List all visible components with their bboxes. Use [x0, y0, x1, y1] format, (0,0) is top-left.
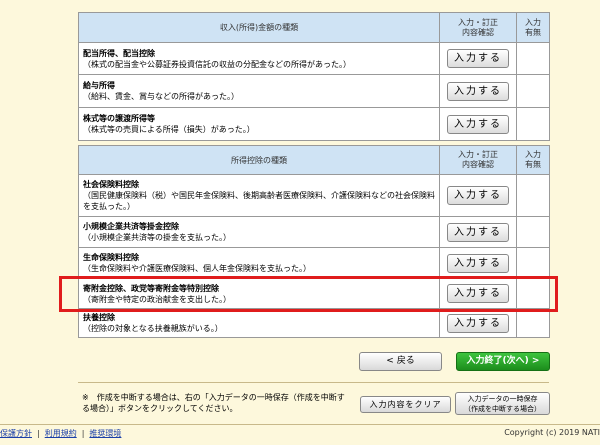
- table-row: 寄附金控除、政党等寄附金等特別控除 （寄附金や特定の政治献金を支出した。） 入力す…: [78, 278, 550, 309]
- recommended-env-link[interactable]: 推奨環境: [89, 429, 121, 438]
- row-desc: （国民健康保険料（税）や国民年金保険料、後期高齢者医療保険料、介護保険料などの社…: [83, 191, 435, 211]
- deduction-table: 所得控除の種類 入力・訂正 内容確認 入力 有無 社会保険料控除 （国民健康保険料（税…: [78, 145, 550, 338]
- row-desc: （生命保険料や介護医療保険料、個人年金保険料を支払った。）: [83, 264, 311, 273]
- row-desc: （給料、賃金、賞与などの所得があった。）: [83, 92, 239, 101]
- row-title: 小規模企業共済等掛金控除: [83, 222, 179, 231]
- copyright: Copyright (c) 2019 NATI: [504, 428, 600, 437]
- row-title: 株式等の譲渡所得等: [83, 114, 155, 123]
- table-row: 小規模企業共済等掛金控除 （小規模企業共済等の掛金を支払った。） 入力する: [78, 216, 550, 248]
- temporary-save-button[interactable]: 入力データの一時保存 （作成を中断する場合）: [455, 392, 550, 415]
- note-mark: ※: [82, 393, 89, 402]
- input-exists-header: 入力 有無: [516, 12, 550, 43]
- table-row: 株式等の譲渡所得等 （株式等の売買による所得（損失）があった。） 入力する: [78, 107, 550, 141]
- input-confirm-header: 入力・訂正 内容確認: [439, 12, 517, 43]
- input-status-cell: [516, 308, 550, 338]
- input-status-cell: [516, 247, 550, 279]
- row-title: 扶養控除: [83, 313, 115, 322]
- row-title: 配当所得、配当控除: [83, 48, 155, 58]
- table-row: 社会保険料控除 （国民健康保険料（税）や国民年金保険料、後期高齢者医療保険料、介護…: [78, 174, 550, 217]
- row-desc: （株式の配当金や公募証券投資信託の収益の分配金などの所得があった。）: [83, 59, 351, 69]
- input-stock-transfer-button[interactable]: 入力する: [447, 114, 509, 134]
- finish-input-next-button[interactable]: 入力終了(次へ) >: [456, 352, 550, 371]
- note-text: 作成を中断する場合は、右の「入力データの一時保存（作成を中断する場合）」ボタンを…: [82, 393, 345, 413]
- terms-link[interactable]: 利用規約: [45, 429, 77, 438]
- row-title: 生命保険料控除: [83, 253, 139, 262]
- deduction-type-header: 所得控除の種類: [78, 145, 440, 175]
- table-row: 配当所得、配当控除 （株式の配当金や公募証券投資信託の収益の分配金などの所得があっ…: [78, 42, 550, 75]
- interrupt-note: ※ 作成を中断する場合は、右の「入力データの一時保存（作成を中断する場合）」ボタン…: [82, 392, 352, 414]
- input-status-cell: [516, 216, 550, 248]
- row-title: 寄附金控除、政党等寄附金等特別控除: [83, 283, 219, 293]
- back-button[interactable]: < 戻る: [359, 352, 442, 371]
- input-salary-button[interactable]: 入力する: [447, 81, 509, 101]
- row-title: 社会保険料控除: [83, 180, 139, 189]
- table-row: 扶養控除 （控除の対象となる扶養親族がいる。） 入力する: [78, 308, 550, 338]
- table-row: 生命保険料控除 （生命保険料や介護医療保険料、個人年金保険料を支払った。） 入力す…: [78, 247, 550, 279]
- income-table: 収入(所得)金額の種類 入力・訂正 内容確認 入力 有無 配当所得、配当控除 （株式の…: [78, 12, 550, 141]
- divider: [78, 382, 549, 383]
- separator: |: [81, 429, 85, 438]
- row-title: 給与所得: [83, 81, 115, 90]
- footer: 保護方針 | 利用規約 | 推奨環境 Copyright (c) 2019 NATI: [0, 424, 600, 445]
- separator: |: [37, 429, 40, 438]
- row-desc: （小規模企業共済等の掛金を支払った。）: [83, 233, 231, 242]
- table-row: 給与所得 （給料、賃金、賞与などの所得があった。） 入力する: [78, 74, 550, 108]
- row-desc: （控除の対象となる扶養親族がいる。）: [83, 324, 223, 333]
- input-exists-header: 入力 有無: [516, 145, 550, 175]
- input-status-cell: [516, 42, 550, 75]
- footer-links: 保護方針 | 利用規約 | 推奨環境: [0, 428, 121, 439]
- input-confirm-header: 入力・訂正 内容確認: [439, 145, 517, 175]
- input-life-insurance-button[interactable]: 入力する: [447, 253, 509, 273]
- input-donation-deduction-button[interactable]: 入力する: [447, 284, 509, 303]
- input-social-insurance-button[interactable]: 入力する: [447, 186, 509, 205]
- input-dependent-deduction-button[interactable]: 入力する: [447, 313, 509, 333]
- row-desc: （寄附金や特定の政治献金を支出した。）: [83, 294, 231, 304]
- input-status-cell: [516, 278, 550, 309]
- clear-input-button[interactable]: 入力内容をクリア: [360, 396, 451, 413]
- row-desc: （株式等の売買による所得（損失）があった。）: [83, 125, 255, 134]
- input-status-cell: [516, 74, 550, 108]
- input-small-business-mutual-aid-button[interactable]: 入力する: [447, 222, 509, 242]
- input-status-cell: [516, 174, 550, 217]
- income-type-header: 収入(所得)金額の種類: [78, 12, 440, 43]
- input-status-cell: [516, 107, 550, 141]
- privacy-policy-link[interactable]: 保護方針: [0, 429, 32, 438]
- input-dividend-button[interactable]: 入力する: [447, 49, 509, 68]
